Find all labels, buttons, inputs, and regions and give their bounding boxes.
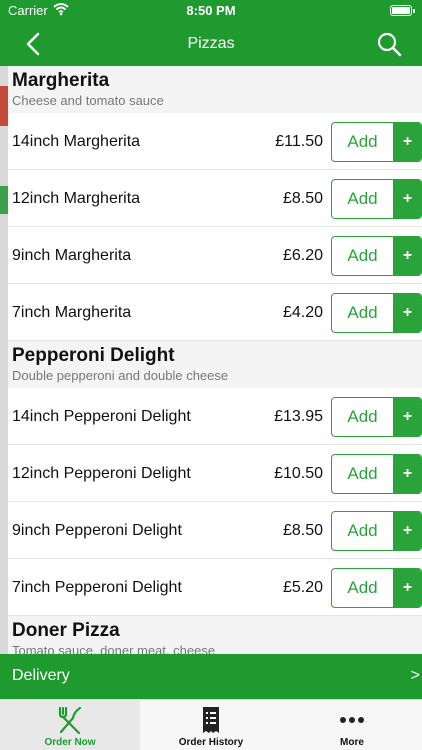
add-button[interactable]: Add + <box>331 454 422 494</box>
add-label: Add <box>347 303 378 322</box>
section-header: Pepperoni Delight Double pepperoni and d… <box>8 341 422 388</box>
menu-item-row: 7inch Margherita £4.20 Add + <box>8 284 422 341</box>
section-header: Margherita Cheese and tomato sauce <box>8 66 422 113</box>
menu-list[interactable]: Margherita Cheese and tomato sauce 14inc… <box>0 66 422 654</box>
item-price: £8.50 <box>282 190 323 207</box>
category-image <box>0 186 8 214</box>
item-price: £8.50 <box>282 522 323 539</box>
section-name: Margherita <box>12 70 110 91</box>
more-dots-icon <box>340 717 364 723</box>
menu-item-row: 9inch Pepperoni Delight £8.50 Add + <box>8 502 422 559</box>
add-button[interactable]: Add + <box>331 293 422 333</box>
add-label: Add <box>347 464 378 483</box>
tab-label: Order History <box>178 737 244 748</box>
delivery-bar[interactable]: Delivery > <box>0 654 422 699</box>
plus-icon: + <box>393 398 421 436</box>
category-strip <box>0 66 8 654</box>
add-button[interactable]: Add + <box>331 179 422 219</box>
plus-icon: + <box>393 512 421 550</box>
tab-order-history[interactable]: Order History <box>140 700 282 750</box>
search-icon[interactable] <box>376 31 402 57</box>
menu-item-row: 7inch Pepperoni Delight £5.20 Add + <box>8 559 422 616</box>
status-time: 8:50 PM <box>186 3 236 18</box>
tab-bar: Order Now Order History More <box>0 699 422 750</box>
plus-icon: + <box>393 180 421 218</box>
menu-item-row: 12inch Margherita £8.50 Add + <box>8 170 422 227</box>
item-name: 12inch Pepperoni Delight <box>12 465 191 482</box>
nav-bar: Pizzas <box>0 22 422 66</box>
item-price: £11.50 <box>275 133 323 150</box>
item-price: £13.95 <box>274 408 323 425</box>
add-label: Add <box>347 189 378 208</box>
menu-item-row: 9inch Margherita £6.20 Add + <box>8 227 422 284</box>
add-label: Add <box>347 521 378 540</box>
tab-more[interactable]: More <box>282 700 422 750</box>
menu-item-row: 14inch Margherita £11.50 Add + <box>8 113 422 170</box>
item-price: £10.50 <box>274 465 323 482</box>
add-button[interactable]: Add + <box>331 397 422 437</box>
add-button[interactable]: Add + <box>331 236 422 276</box>
receipt-icon <box>203 707 219 733</box>
tab-label: Order Now <box>44 737 96 748</box>
status-bar: Carrier 8:50 PM <box>0 0 422 22</box>
section-header: Doner Pizza Tomato sauce, doner meat, ch… <box>8 616 422 654</box>
section-name: Doner Pizza <box>12 620 120 641</box>
plus-icon: + <box>393 123 421 161</box>
tab-label: More <box>340 737 364 748</box>
add-button[interactable]: Add + <box>331 122 422 162</box>
item-name: 7inch Pepperoni Delight <box>12 579 182 596</box>
plus-icon: + <box>393 455 421 493</box>
item-price: £4.20 <box>282 304 323 321</box>
item-name: 14inch Margherita <box>12 133 141 150</box>
battery-icon <box>390 5 415 16</box>
add-button[interactable]: Add + <box>331 511 422 551</box>
fork-knife-icon <box>58 706 82 735</box>
delivery-label: Delivery <box>12 667 70 684</box>
menu-item-row: 14inch Pepperoni Delight £13.95 Add + <box>8 388 422 445</box>
menu-item-row: 12inch Pepperoni Delight £10.50 Add + <box>8 445 422 502</box>
section-description: Tomato sauce, doner meat, cheese <box>12 643 216 654</box>
plus-icon: + <box>393 237 421 275</box>
add-label: Add <box>347 246 378 265</box>
item-price: £5.20 <box>282 579 323 596</box>
item-name: 14inch Pepperoni Delight <box>12 408 191 425</box>
tab-order-now[interactable]: Order Now <box>0 700 140 750</box>
item-price: £6.20 <box>282 247 323 264</box>
category-image <box>0 86 8 126</box>
add-label: Add <box>347 407 378 426</box>
section-description: Double pepperoni and double cheese <box>12 368 229 383</box>
plus-icon: + <box>393 569 421 607</box>
page-title: Pizzas <box>187 35 235 52</box>
item-name: 9inch Pepperoni Delight <box>12 522 182 539</box>
item-name: 9inch Margherita <box>12 247 132 264</box>
item-name: 7inch Margherita <box>12 304 132 321</box>
plus-icon: + <box>393 294 421 332</box>
section-description: Cheese and tomato sauce <box>12 93 164 108</box>
section-name: Pepperoni Delight <box>12 345 175 366</box>
chevron-right-icon: > <box>410 667 420 684</box>
add-label: Add <box>347 578 378 597</box>
add-button[interactable]: Add + <box>331 568 422 608</box>
item-name: 12inch Margherita <box>12 190 141 207</box>
add-label: Add <box>347 132 378 151</box>
